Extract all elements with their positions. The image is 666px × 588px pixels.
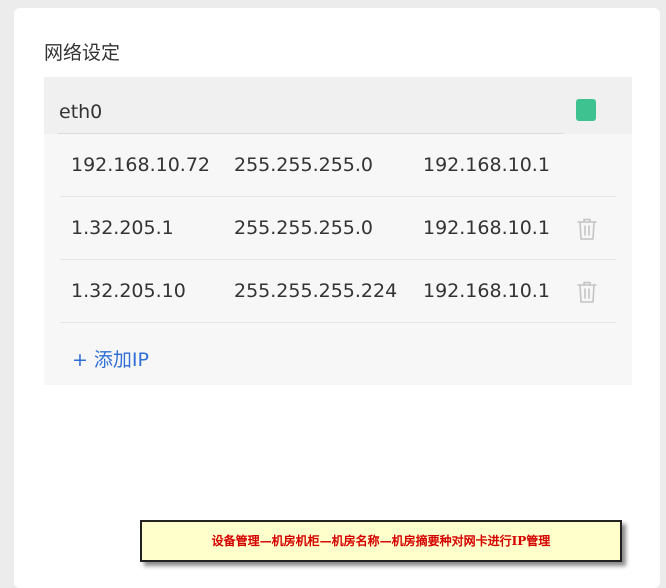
gateway: 192.168.10.1 bbox=[423, 217, 550, 239]
caption-note: 设备管理—机房机柜—机房名称—机房摘要种对网卡进行IP管理 bbox=[140, 520, 622, 562]
trash-icon[interactable] bbox=[576, 217, 598, 241]
gateway: 192.168.10.1 bbox=[423, 154, 550, 176]
add-ip-button[interactable]: + 添加IP bbox=[72, 345, 149, 372]
table-row: 192.168.10.72 255.255.255.0 192.168.10.1 bbox=[60, 134, 616, 197]
ip-address: 192.168.10.72 bbox=[71, 154, 211, 176]
interface-panel: eth0 192.168.10.72 255.255.255.0 192.168… bbox=[44, 77, 632, 385]
ip-address: 1.32.205.1 bbox=[71, 217, 174, 239]
interface-name-field[interactable]: eth0 bbox=[58, 77, 564, 134]
plus-icon: + bbox=[72, 349, 88, 371]
section-title: 网络设定 bbox=[44, 42, 121, 64]
subnet-mask: 255.255.255.224 bbox=[234, 280, 398, 302]
table-row: 1.32.205.1 255.255.255.0 192.168.10.1 bbox=[60, 197, 616, 260]
add-ip-label: 添加IP bbox=[93, 349, 149, 371]
trash-icon[interactable] bbox=[576, 280, 598, 304]
subnet-mask: 255.255.255.0 bbox=[234, 154, 374, 176]
table-row: 1.32.205.10 255.255.255.224 192.168.10.1 bbox=[60, 260, 616, 323]
interface-header: eth0 bbox=[44, 77, 632, 134]
network-settings-card: 网络设定 eth0 192.168.10.72 255.255.255.0 19… bbox=[14, 8, 660, 588]
interface-status-indicator[interactable] bbox=[576, 99, 596, 121]
ip-address: 1.32.205.10 bbox=[71, 280, 186, 302]
gateway: 192.168.10.1 bbox=[423, 280, 550, 302]
subnet-mask: 255.255.255.0 bbox=[234, 217, 374, 239]
